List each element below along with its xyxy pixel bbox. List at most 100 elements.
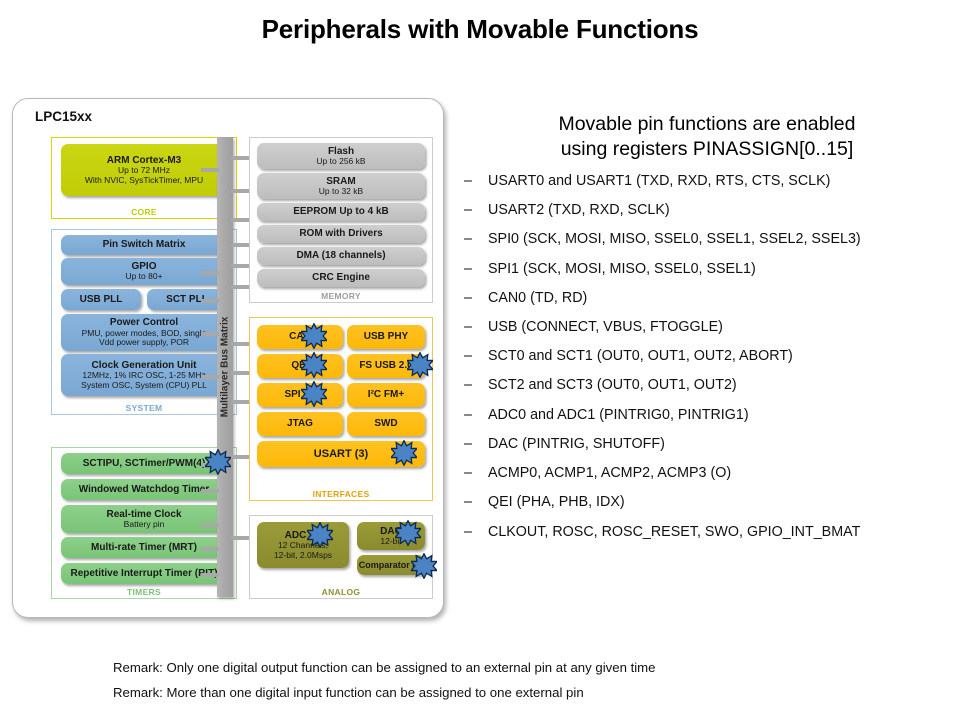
remarks-section: Remark: Only one digital output function… <box>113 660 913 710</box>
block-title: JTAG <box>287 418 313 430</box>
block-rom-with-drivers: ROM with Drivers <box>257 225 425 243</box>
list-item: USART0 and USART1 (TXD, RXD, RTS, CTS, S… <box>462 173 952 190</box>
bus-stub <box>231 342 249 346</box>
movable-function-burst-icon <box>301 323 327 349</box>
block-usb-pll: USB PLL <box>61 289 141 310</box>
bus-stub <box>231 371 249 375</box>
block-title: FS USB 2.0 <box>359 360 413 372</box>
block-title: USB PHY <box>363 331 409 343</box>
block-flash: Flash Up to 256 kB <box>257 143 425 169</box>
group-interfaces-label: INTERFACES <box>312 489 370 499</box>
bus-stub <box>201 523 219 527</box>
remark-output: Remark: Only one digital output function… <box>113 660 656 675</box>
list-item: SPI1 (SCK, MOSI, MISO, SSEL0, SSEL1) <box>462 261 952 278</box>
list-item: CLKOUT, ROSC, ROSC_RESET, SWO, GPIO_INT_… <box>462 524 952 541</box>
pin-functions-list: USART0 and USART1 (TXD, RXD, RTS, CTS, S… <box>462 173 952 541</box>
movable-function-burst-icon <box>407 352 433 378</box>
block-line3: Vdd power supply, POR <box>98 337 190 348</box>
chip-name-label: LPC15xx <box>35 109 93 124</box>
bus-stub <box>231 536 249 540</box>
list-item: SCT2 and SCT3 (OUT0, OUT1, OUT2) <box>462 378 952 394</box>
block-qei: QEI <box>257 354 343 378</box>
block-title: Repetitive Interrupt Timer (RIT) <box>70 567 218 579</box>
bus-matrix-label: Multilayer Bus Matrix <box>219 316 231 418</box>
block-title: Windowed Watchdog Timer <box>78 483 210 495</box>
pin-functions-heading-line2: using registers PINASSIGN[0..15] <box>560 137 854 160</box>
bus-stub <box>201 168 219 172</box>
block-swd: SWD <box>347 412 425 436</box>
list-item: DAC (PINTRIG, SHUTOFF) <box>462 436 952 453</box>
block-line3: With NVIC, SysTickTimer, MPU <box>84 174 204 185</box>
list-item: QEI (PHA, PHB, IDX) <box>462 495 952 511</box>
bus-stub <box>231 218 249 222</box>
bus-stub <box>231 243 249 247</box>
bus-stub <box>201 573 219 577</box>
bus-stub <box>201 489 219 493</box>
block-line3: System OSC, System (CPU) PLL <box>81 379 207 390</box>
block-line2: Battery pin <box>123 518 165 529</box>
movable-function-burst-icon <box>395 520 421 546</box>
block-dma: DMA (18 channels) <box>257 247 425 265</box>
list-item: CAN0 (TD, RD) <box>462 290 952 307</box>
movable-function-burst-icon <box>411 553 437 579</box>
block-title: ROM with Drivers <box>299 228 383 240</box>
block-pin-switch-matrix: Pin Switch Matrix <box>61 235 227 255</box>
block-sram: SRAM Up to 32 kB <box>257 173 425 199</box>
group-system-label: SYSTEM <box>125 403 163 413</box>
group-analog-label: ANALOG <box>321 587 361 597</box>
block-jtag: JTAG <box>257 412 343 436</box>
pin-functions-heading-line1: Movable pin functions are enabled <box>558 113 856 135</box>
bus-matrix: Multilayer Bus Matrix <box>217 137 233 597</box>
bus-stub <box>201 271 219 275</box>
group-memory-label: MEMORY <box>321 291 361 301</box>
block-can: CAN <box>257 325 343 349</box>
block-line3: 12-bit, 2.0Msps <box>273 549 333 560</box>
block-title: SWD <box>374 418 398 430</box>
block-title: Power Control <box>109 317 179 329</box>
block-title: Pin Switch Matrix <box>102 239 186 251</box>
block-title: DMA (18 channels) <box>296 250 386 262</box>
block-title: Multi-rate Timer (MRT) <box>91 541 197 553</box>
bus-stub <box>201 332 219 336</box>
block-line2: Up to 80+ <box>125 271 163 282</box>
list-item: USB (CONNECT, VBUS, FTOGGLE) <box>462 319 952 336</box>
block-usb-phy: USB PHY <box>347 325 425 349</box>
list-item: ACMP0, ACMP1, ACMP2, ACMP3 (O) <box>462 465 952 482</box>
block-title: EEPROM Up to 4 kB <box>293 206 389 218</box>
block-crc-engine: CRC Engine <box>257 269 425 287</box>
movable-function-burst-icon <box>307 522 333 548</box>
group-core-label: CORE <box>131 207 157 217</box>
movable-function-burst-icon <box>391 440 417 466</box>
list-item: SCT0 and SCT1 (OUT0, OUT1, OUT2, ABORT) <box>462 348 952 365</box>
block-eeprom: EEPROM Up to 4 kB <box>257 203 425 221</box>
bus-stub <box>231 189 249 193</box>
pin-functions-heading: Movable pin functions are enabled using … <box>462 112 952 162</box>
block-real-time-clock: Real-time Clock Battery pin <box>61 505 227 533</box>
chip-block-diagram: LPC15xx CORE ARM Cortex-M3 Up to 72 MHz … <box>12 98 444 618</box>
block-title: USART (3) <box>313 447 369 460</box>
block-title: USB PLL <box>79 293 123 305</box>
movable-pin-functions-pane: Movable pin functions are enabled using … <box>462 112 952 554</box>
group-timers-label: TIMERS <box>127 587 161 597</box>
movable-function-burst-icon <box>301 352 327 378</box>
block-title: I²C FM+ <box>367 389 405 401</box>
block-line2: Up to 256 kB <box>316 155 366 166</box>
page-title: Peripherals with Movable Functions <box>261 14 699 44</box>
list-item: SPI0 (SCK, MOSI, MISO, SSEL0, SSEL1, SSE… <box>462 232 952 248</box>
block-title: SCTIPU, SCTimer/PWM(4) <box>82 457 206 469</box>
bus-stub <box>201 375 219 379</box>
bus-stub <box>201 299 219 303</box>
movable-function-burst-icon <box>205 449 231 475</box>
list-item: USART2 (TXD, RXD, SCLK) <box>462 202 952 219</box>
movable-function-burst-icon <box>301 381 327 407</box>
bus-stub <box>231 400 249 404</box>
bus-stub <box>231 264 249 268</box>
block-i2c-fm-plus: I²C FM+ <box>347 383 425 407</box>
remark-input: Remark: More than one digital input func… <box>113 685 584 700</box>
bus-stub <box>231 455 249 459</box>
block-adc: ADC (2) 12 Channels, 12-bit, 2.0Msps <box>257 522 349 568</box>
block-line2: Up to 32 kB <box>318 185 364 196</box>
list-item: ADC0 and ADC1 (PINTRIG0, PINTRIG1) <box>462 407 952 424</box>
bus-stub <box>201 547 219 551</box>
block-title: CRC Engine <box>312 272 370 284</box>
